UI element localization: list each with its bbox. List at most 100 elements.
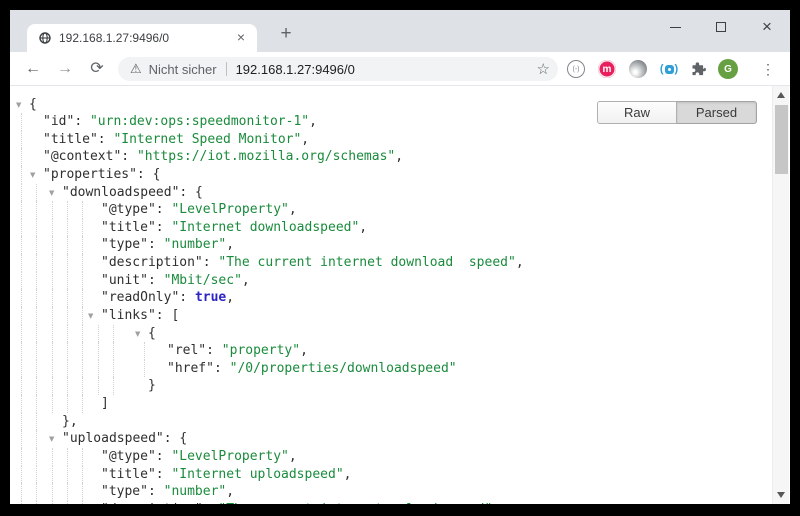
new-tab-button[interactable]: + bbox=[273, 21, 299, 47]
indent-guide-line bbox=[67, 448, 68, 466]
indent-guide-line bbox=[52, 501, 53, 504]
json-line: ▼"uploadspeed": { bbox=[10, 430, 770, 448]
indent-guide-line bbox=[82, 395, 83, 413]
collapse-triangle-icon[interactable]: ▼ bbox=[49, 431, 54, 449]
extensions-puzzle-icon[interactable] bbox=[689, 60, 707, 78]
indent-guide-line bbox=[82, 466, 83, 484]
indent-guide-line bbox=[21, 430, 22, 448]
address-bar[interactable]: ⚠ Nicht sicher 192.168.1.27:9496/0 ☆ bbox=[118, 57, 558, 81]
reload-button[interactable]: ⟳ bbox=[85, 57, 109, 81]
indent-guide-line bbox=[98, 377, 99, 395]
indent-guide-line bbox=[82, 360, 83, 378]
browser-window: 192.168.1.27:9496/0 × + × ← → ⟳ ⚠ Nicht … bbox=[10, 10, 790, 504]
indent-guide-line bbox=[52, 395, 53, 413]
indent-guide-line bbox=[21, 201, 22, 219]
indent-guide-line bbox=[21, 360, 22, 378]
browser-tab[interactable]: 192.168.1.27:9496/0 × bbox=[27, 24, 257, 52]
indent-guide-line bbox=[67, 219, 68, 237]
indent-guide-line bbox=[21, 113, 22, 131]
indent-guide-line bbox=[52, 360, 53, 378]
indent-guide-line bbox=[113, 325, 114, 343]
indent-guide-line bbox=[113, 342, 114, 360]
indent-guide-line bbox=[52, 236, 53, 254]
indent-guide-line bbox=[36, 289, 37, 307]
blue-dot-icon bbox=[665, 65, 674, 74]
minimize-button[interactable] bbox=[652, 10, 698, 44]
indent-guide-line bbox=[82, 342, 83, 360]
scroll-down-icon[interactable] bbox=[777, 492, 785, 498]
json-line: "id": "urn:dev:ops:speedmonitor-1", bbox=[10, 113, 770, 131]
indent-guide-line bbox=[36, 395, 37, 413]
back-button[interactable]: ← bbox=[21, 57, 45, 81]
indent-guide-line bbox=[113, 360, 114, 378]
json-line: "@type": "LevelProperty", bbox=[10, 448, 770, 466]
scroll-up-icon[interactable] bbox=[777, 92, 785, 98]
json-line: "description": "The current internet dow… bbox=[10, 254, 770, 272]
security-label: Nicht sicher bbox=[149, 62, 217, 77]
collapse-triangle-icon[interactable]: ▼ bbox=[88, 308, 93, 326]
indent-guide-line bbox=[36, 272, 37, 290]
indent-guide-line bbox=[82, 289, 83, 307]
m-extension-icon[interactable]: m bbox=[598, 60, 616, 78]
collapse-triangle-icon[interactable]: ▼ bbox=[30, 167, 35, 185]
indent-guide-line bbox=[36, 413, 37, 431]
indent-guide-line bbox=[67, 360, 68, 378]
indent-guide-line bbox=[36, 377, 37, 395]
indent-guide-line bbox=[21, 413, 22, 431]
blue-extension-icon[interactable]: () bbox=[658, 60, 680, 78]
json-line: ▼"links": [ bbox=[10, 307, 770, 325]
indent-guide-line bbox=[36, 466, 37, 484]
json-line: "@context": "https://iot.mozilla.org/sch… bbox=[10, 148, 770, 166]
json-viewer: Raw Parsed ▼{"id": "urn:dev:ops:speedmon… bbox=[10, 86, 790, 504]
json-line: ▼"downloadspeed": { bbox=[10, 184, 770, 202]
indent-guide-line bbox=[98, 325, 99, 343]
window-controls: × bbox=[652, 10, 790, 44]
indent-guide-line bbox=[21, 483, 22, 501]
maximize-button[interactable] bbox=[698, 10, 744, 44]
collapse-triangle-icon[interactable]: ▼ bbox=[49, 185, 54, 203]
indent-guide-line bbox=[21, 501, 22, 504]
indent-guide-line bbox=[36, 201, 37, 219]
indent-guide-line bbox=[21, 219, 22, 237]
indent-guide-line bbox=[52, 219, 53, 237]
indent-guide-line bbox=[82, 325, 83, 343]
indent-guide-line bbox=[82, 501, 83, 504]
tab-close-icon[interactable]: × bbox=[233, 30, 249, 46]
security-warning-icon[interactable]: ⚠ bbox=[130, 61, 142, 77]
security-separator bbox=[226, 62, 227, 76]
vertical-scrollbar[interactable] bbox=[772, 86, 789, 504]
tab-strip: 192.168.1.27:9496/0 × + × bbox=[10, 10, 790, 52]
close-button[interactable]: × bbox=[744, 10, 790, 44]
circle-dash-extension-icon[interactable]: (-) bbox=[567, 60, 585, 78]
indent-guide-line bbox=[36, 254, 37, 272]
url-text[interactable]: 192.168.1.27:9496/0 bbox=[236, 62, 531, 77]
indent-guide-line bbox=[82, 377, 83, 395]
indent-guide-line bbox=[21, 448, 22, 466]
collapse-triangle-icon[interactable]: ▼ bbox=[135, 326, 140, 344]
indent-guide-line bbox=[21, 254, 22, 272]
profile-avatar[interactable]: G bbox=[718, 59, 738, 79]
indent-guide-line bbox=[36, 236, 37, 254]
menu-kebab-icon[interactable]: ⋮ bbox=[759, 60, 777, 78]
indent-guide-line bbox=[67, 236, 68, 254]
indent-guide-line bbox=[67, 342, 68, 360]
json-line: "readOnly": true, bbox=[10, 289, 770, 307]
indent-guide-line bbox=[21, 289, 22, 307]
indent-guide-line bbox=[52, 201, 53, 219]
indent-guide-line bbox=[82, 219, 83, 237]
indent-guide-line bbox=[36, 448, 37, 466]
json-line: "rel": "property", bbox=[10, 342, 770, 360]
collapse-triangle-icon[interactable]: ▼ bbox=[16, 97, 21, 115]
indent-guide-line bbox=[36, 360, 37, 378]
scrollbar-thumb[interactable] bbox=[775, 105, 788, 174]
indent-guide-line bbox=[52, 272, 53, 290]
sphere-extension-icon[interactable] bbox=[629, 60, 647, 78]
indent-guide-line bbox=[36, 501, 37, 504]
forward-button[interactable]: → bbox=[53, 57, 77, 81]
indent-guide-line bbox=[36, 219, 37, 237]
bookmark-star-icon[interactable]: ☆ bbox=[537, 60, 550, 78]
indent-guide-line bbox=[113, 377, 114, 395]
json-line: "href": "/0/properties/downloadspeed" bbox=[10, 360, 770, 378]
indent-guide-line bbox=[67, 466, 68, 484]
indent-guide-line bbox=[21, 307, 22, 325]
